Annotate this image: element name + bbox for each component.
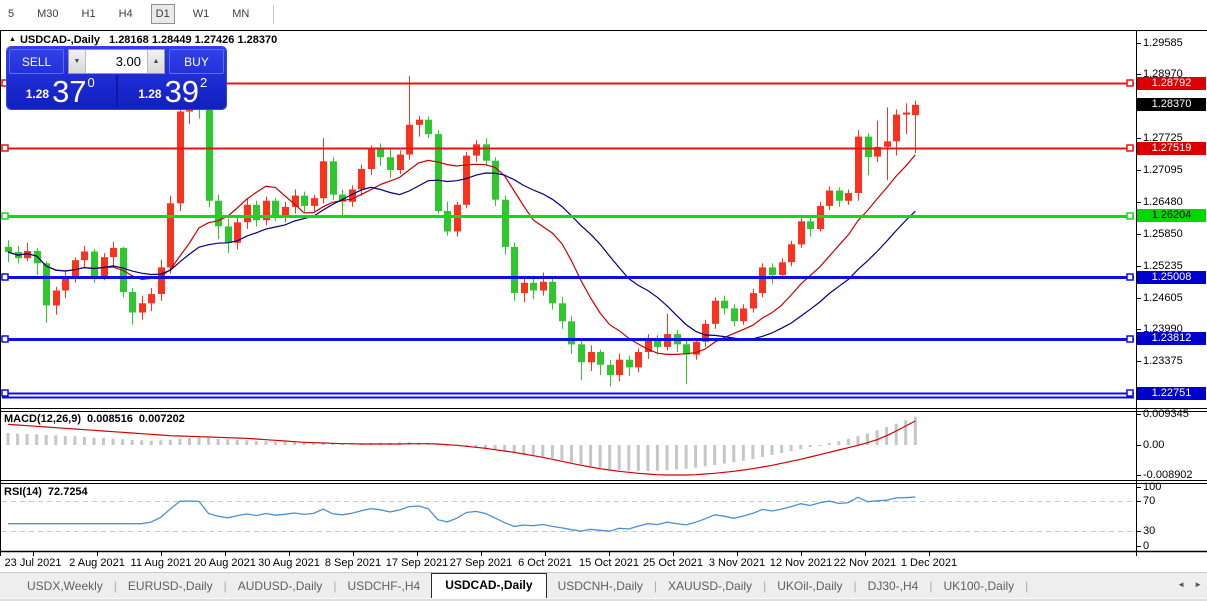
timeframe-d1[interactable]: D1 [150, 4, 175, 24]
date-tick-label: 30 Aug 2021 [258, 557, 320, 569]
symbol-tabs: USDX,Weekly | EURUSD-,Daily | AUDUSD-,Daily |… [0, 572, 1207, 598]
rsi-scale-label: 0 [1143, 540, 1150, 552]
date-tick-label: 27 Sep 2021 [449, 557, 513, 569]
macd-name: MACD(12,26,9) [4, 413, 82, 425]
timeframe-h1[interactable]: H1 [77, 4, 101, 24]
macd-scale-label: 0.00 [1143, 439, 1165, 451]
tab-usdchf-h4[interactable]: USDCHF-,H4 [337, 575, 432, 598]
date-tick-label: 11 Aug 2021 [130, 557, 192, 569]
date-tick-label: 2 Aug 2021 [69, 557, 125, 569]
price-divider [115, 75, 118, 106]
buy-price-sup: 2 [200, 75, 208, 90]
sell-price-prefix: 1.28 [25, 87, 50, 101]
timeframe-toolbar: 5 M30 H1 H4 D1 W1 MN [0, 0, 1207, 28]
date-tick-label: 23 Jul 2021 [4, 557, 62, 569]
date-tick-label: 1 Dec 2021 [900, 557, 958, 569]
price-level-badge[interactable]: 1.23812 [1137, 332, 1206, 346]
chart-title: ▲ USDCAD-,Daily 1.28168 1.28449 1.27426 1.… [9, 34, 277, 46]
trade-panel-top-row: SELL ▼ 3.00 ▲ BUY [7, 47, 226, 74]
price-tick-label: 1.24605 [1143, 291, 1183, 304]
tab-separator: | [1025, 579, 1029, 593]
price-level-badge[interactable]: 1.22751 [1137, 386, 1206, 400]
one-click-trade-panel: SELL ▼ 3.00 ▲ BUY 1.28 37 0 1.28 39 2 [7, 47, 226, 109]
sell-price-big: 37 [52, 74, 87, 109]
macd-value: 0.008516 [87, 413, 133, 425]
date-tick-label: 8 Sep 2021 [324, 557, 382, 569]
timeframe-h4[interactable]: H4 [114, 4, 138, 24]
timeframe-5[interactable]: 5 [3, 4, 19, 24]
date-tick-label: 17 Sep 2021 [385, 557, 449, 569]
date-tick-label: 3 Nov 2021 [708, 557, 766, 569]
date-tick-label: 15 Oct 2021 [579, 557, 639, 569]
price-level-badge[interactable]: 1.25008 [1137, 270, 1206, 284]
macd-scale-label: -0.008902 [1143, 468, 1193, 481]
price-level-badge[interactable]: 1.27519 [1137, 141, 1206, 155]
timeframe-w1[interactable]: W1 [188, 4, 215, 24]
date-tick-label: 20 Aug 2021 [194, 557, 256, 569]
buy-price[interactable]: 1.28 39 2 [120, 74, 227, 107]
buy-price-prefix: 1.28 [138, 87, 162, 101]
tab-xauusd-daily[interactable]: XAUUSD-,Daily [657, 575, 763, 598]
sell-price[interactable]: 1.28 37 0 [7, 74, 114, 107]
rsi-scale-label: 70 [1143, 495, 1156, 507]
price-tick-label: 1.26480 [1143, 195, 1183, 208]
toolbar-separator [273, 4, 275, 24]
tab-dj30-h4[interactable]: DJ30-,H4 [857, 575, 930, 598]
chart-symbol-label: USDCAD-,Daily [19, 34, 101, 46]
tab-eurusd-daily[interactable]: EURUSD-,Daily [117, 575, 224, 598]
macd-scale-label: 0.009345 [1143, 407, 1189, 420]
date-tick-label: 22 Nov 2021 [833, 557, 897, 569]
macd-signal-value: 0.007202 [138, 413, 185, 425]
sell-price-sup: 0 [87, 75, 95, 90]
rsi-label: RSI(14) 72.7254 [4, 486, 94, 498]
tab-usdx-weekly[interactable]: USDX,Weekly [16, 575, 114, 598]
tab-usdcad-daily[interactable]: USDCAD-,Daily [431, 573, 547, 598]
buy-button[interactable]: BUY [169, 49, 224, 74]
date-tick-label: 12 Nov 2021 [769, 557, 833, 569]
volume-increase-button[interactable]: ▲ [147, 50, 164, 73]
price-tick-label: 1.23375 [1143, 355, 1183, 367]
price-level-badge[interactable]: 1.26204 [1137, 209, 1206, 223]
tab-usdcnh-daily[interactable]: USDCNH-,Daily [547, 575, 654, 598]
macd-label: MACD(12,26,9) 0.008516 0.007202 [4, 413, 191, 425]
timeframe-mn[interactable]: MN [227, 4, 254, 24]
price-tick-label: 1.25850 [1143, 228, 1183, 241]
volume-decrease-button[interactable]: ▼ [69, 50, 86, 73]
trading-platform-window: 5 M30 H1 H4 D1 W1 MN ▲ USDCAD-,Daily 1.28168 1.2… [0, 0, 1207, 601]
volume-spinner: ▼ 3.00 ▲ [68, 49, 165, 74]
buy-price-big: 39 [164, 74, 200, 109]
tab-scroll-left-icon[interactable]: ◄ [1177, 580, 1185, 589]
collapse-arrow-icon[interactable]: ▲ [9, 36, 16, 43]
ohlc-readout: 1.28168 1.28449 1.27426 1.28370 [109, 34, 278, 46]
rsi-value: 72.7254 [47, 486, 88, 498]
date-tick-label: 6 Oct 2021 [518, 557, 572, 569]
sell-button[interactable]: SELL [9, 49, 64, 74]
price-tick-label: 1.27095 [1143, 164, 1183, 177]
tab-audusd-daily[interactable]: AUDUSD-,Daily [227, 575, 334, 598]
rsi-scale-label: 30 [1143, 525, 1156, 537]
volume-input[interactable]: 3.00 [86, 50, 147, 73]
tab-scroll-arrows: ◄ ► [1177, 580, 1202, 589]
price-level-badge[interactable]: 1.28792 [1137, 76, 1206, 90]
rsi-name: RSI(14) [4, 486, 42, 498]
tab-scroll-right-icon[interactable]: ► [1194, 580, 1202, 589]
timeframe-m30[interactable]: M30 [32, 4, 63, 24]
tab-ukoil-daily[interactable]: UKOil-,Daily [766, 575, 853, 598]
rsi-scale-label: 100 [1143, 481, 1162, 493]
current-price-badge: 1.28370 [1137, 98, 1206, 112]
price-tick-label: 1.29585 [1143, 36, 1183, 49]
trade-panel-price-row: 1.28 37 0 1.28 39 2 [7, 74, 226, 107]
date-tick-label: 25 Oct 2021 [643, 557, 703, 569]
tab-uk100-daily[interactable]: UK100-,Daily [932, 575, 1025, 598]
